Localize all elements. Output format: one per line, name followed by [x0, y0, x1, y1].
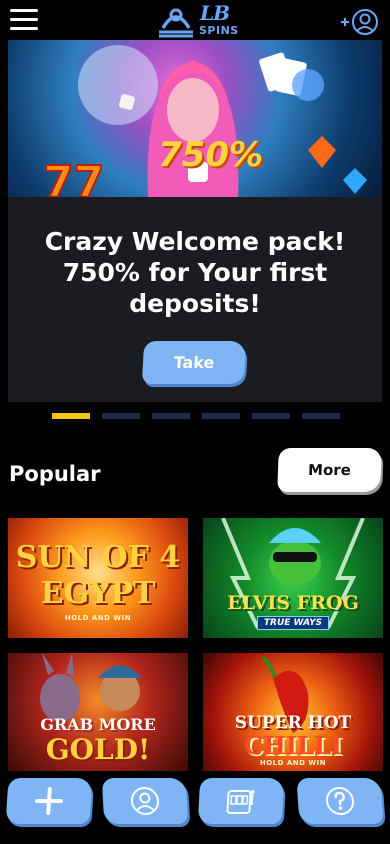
sign-up-button[interactable]	[340, 8, 380, 36]
game-title: ELVIS FROG	[227, 592, 359, 614]
slide-indicator-3[interactable]	[152, 413, 190, 419]
logo-text-spins: SPINS	[199, 24, 239, 37]
more-games-button[interactable]: More	[277, 448, 382, 492]
banner-title: Crazy Welcome pack! 750% for Your first …	[44, 227, 346, 318]
slide-indicator-2[interactable]	[102, 413, 140, 419]
game-title: GRAB MORE	[40, 715, 156, 734]
game-subtitle: HOLD AND WIN	[64, 614, 132, 622]
slide-indicator-4[interactable]	[202, 413, 240, 419]
add-user-icon	[341, 9, 378, 35]
game-subtitle: TRUE WAYS	[257, 616, 329, 630]
libra-scale-icon	[159, 8, 193, 38]
game-tile-sun-of-egypt-4[interactable]: SUN OF 4 EGYPT HOLD AND WIN	[8, 518, 188, 638]
game-title-line2: CHILLI	[244, 731, 342, 760]
slide-indicator-1[interactable]	[52, 413, 90, 419]
game-tile-super-hot-chilli[interactable]: SUPER HOT CHILLI HOLD AND WIN	[203, 653, 383, 771]
game-title: SUPER HOT	[234, 713, 352, 733]
slide-indicator-5[interactable]	[252, 413, 290, 419]
bottom-navigation	[0, 776, 390, 844]
svg-text:77: 77	[43, 157, 104, 197]
game-tile-grab-more-gold[interactable]: GRAB MORE GOLD!	[8, 653, 188, 771]
top-bar: LB SPINS	[0, 0, 390, 40]
popular-heading: Popular	[9, 462, 101, 486]
profile-button[interactable]	[101, 778, 189, 824]
logo-text-lb: LB	[200, 1, 230, 25]
user-icon	[130, 787, 160, 815]
game-subtitle: HOLD AND WIN	[259, 759, 327, 767]
game-tile-elvis-frog[interactable]: ELVIS FROG TRUE WAYS	[203, 518, 383, 638]
help-button[interactable]	[296, 778, 384, 824]
banner-pagination	[52, 413, 342, 421]
slide-indicator-6[interactable]	[302, 413, 340, 419]
banner-illustration: 77 750%	[8, 40, 382, 197]
slot-machine-icon	[226, 790, 255, 814]
banner-art-text: 750%	[158, 135, 264, 175]
game-title-line2: GOLD!	[45, 733, 151, 766]
plus-icon	[34, 787, 64, 815]
take-bonus-button[interactable]: Take	[141, 341, 247, 384]
deposit-button[interactable]	[5, 778, 93, 824]
promo-banner: 77 750% Crazy Welcome pack! 750% for You…	[8, 40, 382, 402]
menu-icon[interactable]	[10, 9, 38, 31]
slots-button[interactable]	[197, 778, 285, 824]
game-title-line2: EGYPT	[40, 576, 156, 611]
game-title: SUN OF 4	[15, 540, 181, 575]
lb-spins-logo[interactable]: LB SPINS	[153, 1, 243, 40]
question-mark-icon	[325, 787, 355, 815]
